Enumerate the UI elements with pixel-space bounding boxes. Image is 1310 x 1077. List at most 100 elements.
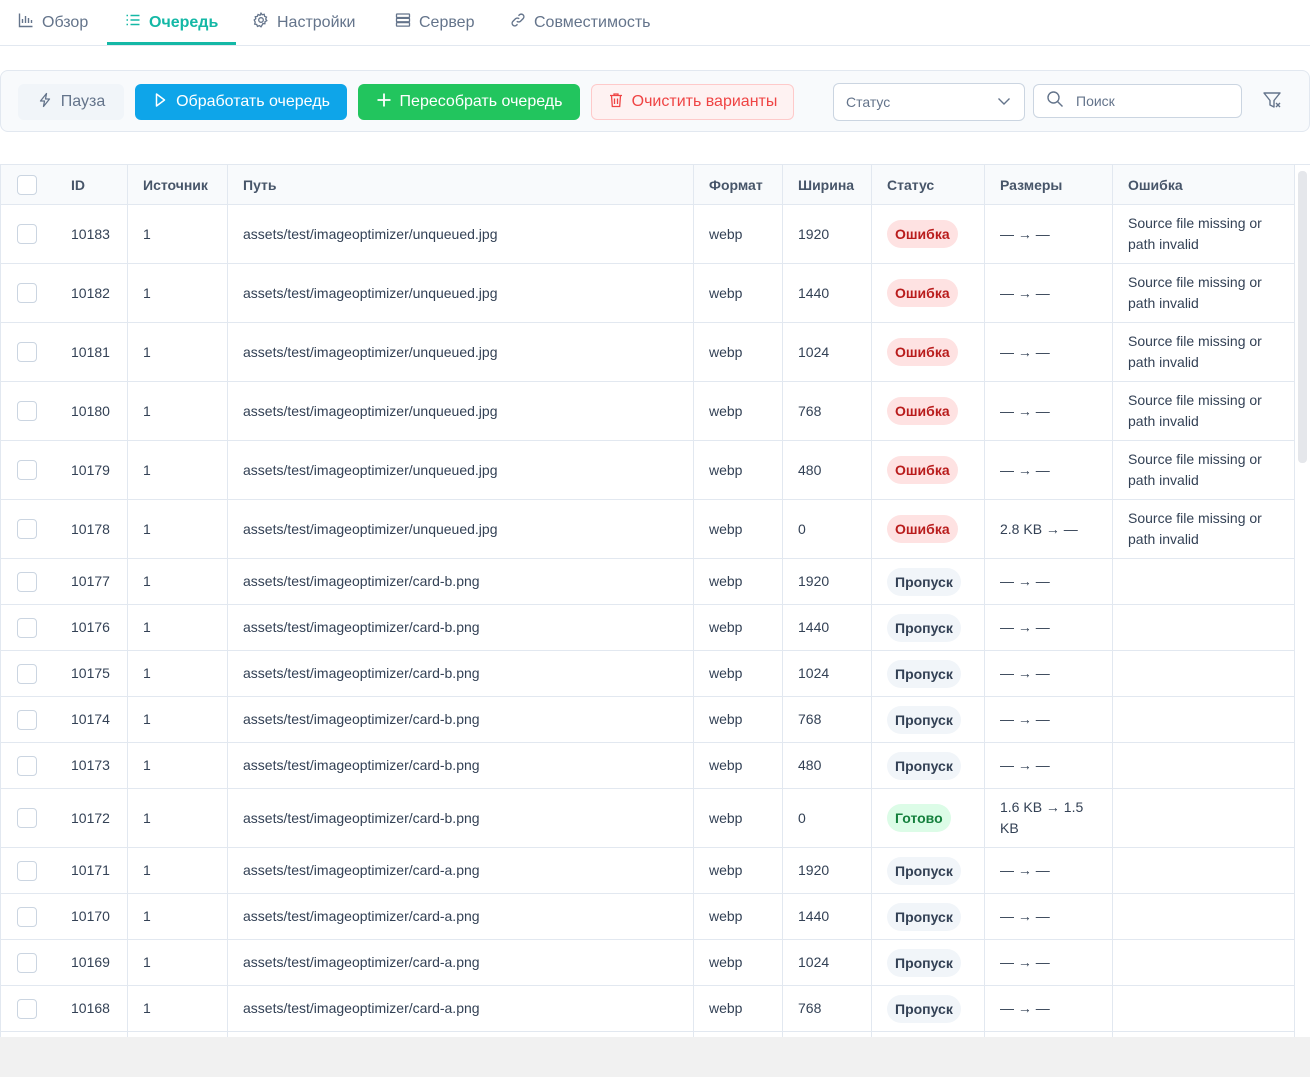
header-format[interactable]: Формат [693,165,763,205]
row-select-cell [1,940,53,985]
row-checkbox[interactable] [17,519,37,539]
column-divider [782,382,783,441]
select-all-checkbox[interactable] [17,175,37,195]
cell-width: 1024 [782,323,871,381]
column-divider [871,894,872,940]
row-checkbox[interactable] [17,283,37,303]
cell-sizes: — → — [984,986,1112,1031]
table-row[interactable]: 10177 1 assets/test/imageoptimizer/card-b.… [1,559,1295,605]
row-checkbox[interactable] [17,224,37,244]
table-row[interactable]: 10182 1 assets/test/imageoptimizer/unqueue… [1,264,1295,323]
table-row[interactable]: 10176 1 assets/test/imageoptimizer/card-b.… [1,605,1295,651]
column-divider [984,500,985,559]
row-checkbox[interactable] [17,571,37,592]
tab-server[interactable]: Сервер [395,0,474,45]
row-checkbox[interactable] [17,906,37,927]
row-checkbox[interactable] [17,860,37,881]
column-divider [871,940,872,986]
cell-status: Пропуск [871,605,984,650]
header-id[interactable]: ID [55,165,85,205]
status-badge: Ошибка [887,279,958,307]
search-input[interactable] [1074,92,1224,110]
cell-width-text: 1440 [798,284,830,301]
tab-compatibility[interactable]: Совместимость [510,0,651,45]
cell-width-text: 480 [798,461,822,478]
row-select-cell [1,264,53,322]
cell-format: webp [693,264,782,322]
process-queue-button[interactable]: Обработать очередь [135,84,347,120]
table-row[interactable]: 10183 1 assets/test/imageoptimizer/unqueue… [1,205,1295,264]
table-row[interactable]: 10170 1 assets/test/imageoptimizer/card-a.… [1,894,1295,940]
status-filter-select[interactable]: Статус [833,83,1025,121]
cell-width-text: 1024 [798,665,830,681]
column-divider [1294,848,1295,894]
header-error[interactable]: Ошибка [1112,165,1183,205]
column-divider [871,848,872,894]
row-checkbox[interactable] [17,663,37,684]
rebuild-queue-button[interactable]: Пересобрать очередь [358,84,580,120]
column-divider [1294,441,1295,500]
cell-error-text: Source file missing or path invalid [1128,451,1262,488]
table-scrollbar[interactable] [1298,171,1307,463]
cell-sizes-text: — → — [1000,343,1050,360]
cell-id-text: 10168 [71,1000,110,1016]
row-checkbox[interactable] [17,755,37,776]
table-row[interactable]: 10175 1 assets/test/imageoptimizer/card-b.… [1,651,1295,697]
column-divider [1112,165,1113,205]
bar-chart-icon [18,12,34,33]
cell-id-text: 10176 [71,619,110,635]
row-checkbox[interactable] [17,998,37,1019]
clear-variants-button[interactable]: Очистить варианты [591,84,794,120]
table-row[interactable]: 10171 1 assets/test/imageoptimizer/card-a.… [1,848,1295,894]
table-row[interactable]: 10173 1 assets/test/imageoptimizer/card-b.… [1,743,1295,789]
cell-error [1112,1032,1295,1037]
column-divider [693,894,694,940]
cell-format-text: webp [709,1000,743,1016]
table-row[interactable]: 10172 1 assets/test/imageoptimizer/card-b.… [1,789,1295,848]
tab-queue[interactable]: Очередь [125,0,218,45]
table-row[interactable]: 10174 1 assets/test/imageoptimizer/card-b.… [1,697,1295,743]
column-divider [871,1032,872,1037]
column-divider [127,789,128,848]
tab-settings[interactable]: Настройки [253,0,355,45]
header-sizes[interactable]: Размеры [984,165,1062,205]
header-source[interactable]: Источник [127,165,208,205]
cell-width: 768 [782,382,871,440]
table-row[interactable]: 10169 1 assets/test/imageoptimizer/card-a.… [1,940,1295,986]
cell-id: 10173 [55,743,127,788]
column-divider [782,264,783,323]
cell-error-text: Source file missing or path invalid [1128,392,1262,429]
cell-id: 10178 [55,500,127,558]
row-checkbox[interactable] [17,952,37,973]
column-divider [984,605,985,651]
header-status[interactable]: Статус [871,165,934,205]
cell-id [55,1032,127,1037]
table-row[interactable]: 10178 1 assets/test/imageoptimizer/unqueue… [1,500,1295,559]
pause-button[interactable]: Пауза [18,84,124,120]
row-checkbox[interactable] [17,460,37,480]
clear-filter-button[interactable] [1261,91,1283,113]
cell-path-text: assets/test/imageoptimizer/unqueued.jpg [243,225,498,242]
cell-error-text: Source file missing or path invalid [1128,274,1262,311]
row-checkbox[interactable] [17,342,37,362]
table-row[interactable]: 10168 1 assets/test/imageoptimizer/card-a.… [1,986,1295,1032]
row-checkbox[interactable] [17,617,37,638]
table-row[interactable] [1,1032,1295,1037]
header-path[interactable]: Путь [227,165,276,205]
row-checkbox[interactable] [17,808,37,828]
row-checkbox[interactable] [17,709,37,730]
row-checkbox[interactable] [17,401,37,421]
table-row[interactable]: 10179 1 assets/test/imageoptimizer/unqueue… [1,441,1295,500]
tab-overview[interactable]: Обзор [18,0,88,45]
column-divider [984,441,985,500]
column-divider [1112,264,1113,323]
column-divider [871,743,872,789]
row-select-cell [1,986,53,1031]
column-divider [871,205,872,264]
table-row[interactable]: 10181 1 assets/test/imageoptimizer/unqueue… [1,323,1295,382]
cell-sizes: — → — [984,264,1112,322]
column-divider [1294,651,1295,697]
header-width[interactable]: Ширина [782,165,854,205]
status-badge: Ошибка [887,338,958,366]
table-row[interactable]: 10180 1 assets/test/imageoptimizer/unqueue… [1,382,1295,441]
